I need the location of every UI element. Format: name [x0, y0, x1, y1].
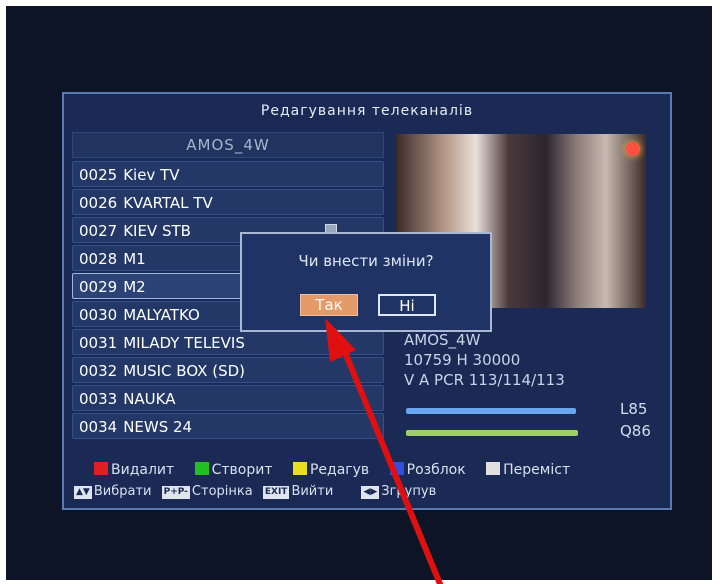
pointer-arrow-icon — [325, 318, 443, 584]
